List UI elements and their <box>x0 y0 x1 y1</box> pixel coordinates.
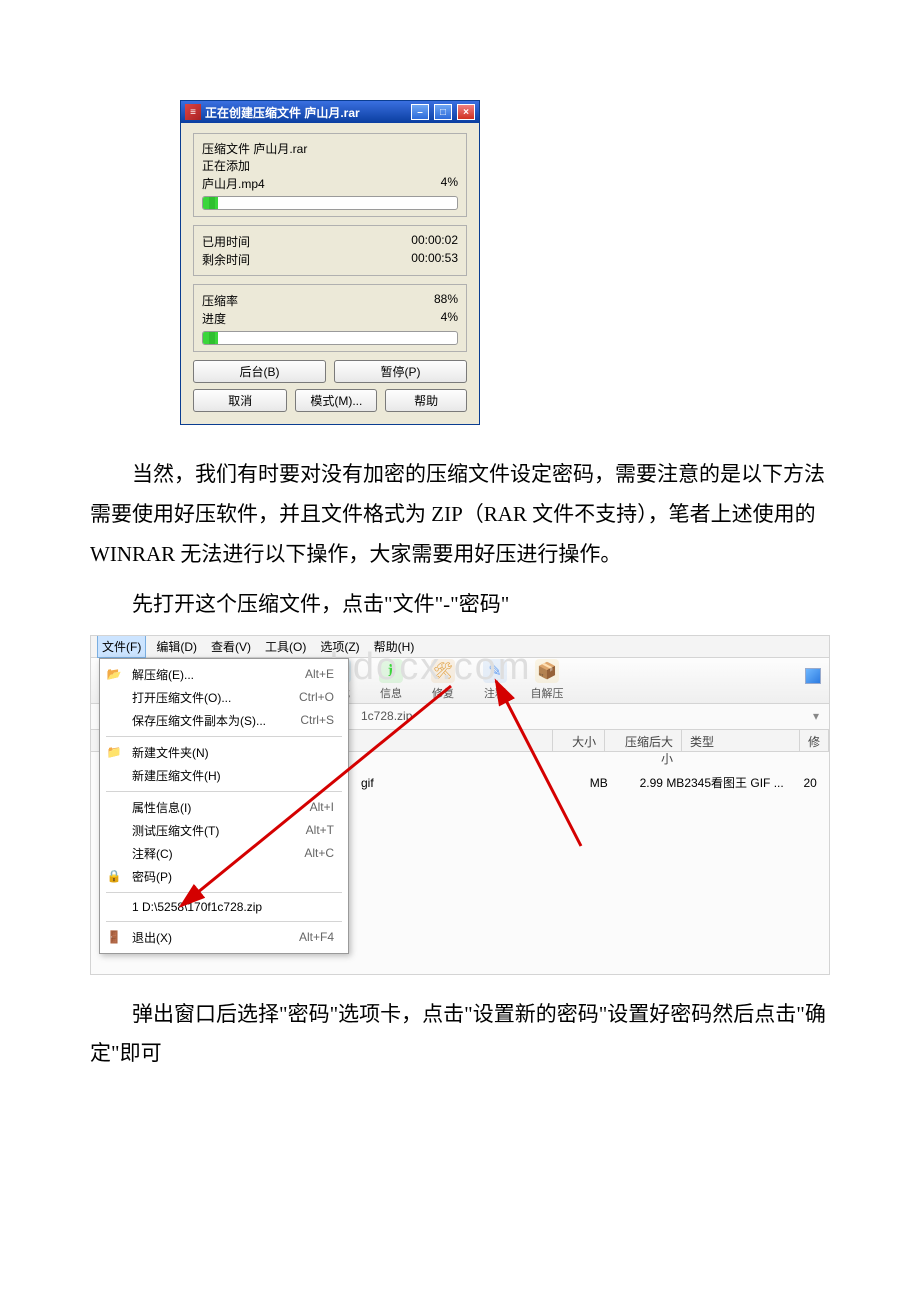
remaining-value: 00:00:53 <box>411 251 458 268</box>
paragraph-2: 先打开这个压缩文件，点击"文件"-"密码" <box>90 585 830 625</box>
crumb-chevron-icon[interactable]: ▾ <box>813 709 819 723</box>
ratio-value: 88% <box>434 292 458 309</box>
file-pct: 4% <box>441 175 458 192</box>
menu-item[interactable]: 🔒密码(P) <box>100 865 348 888</box>
cell-name: gif <box>361 776 557 790</box>
background-button[interactable]: 后台(B) <box>193 360 326 383</box>
cell-size: MB <box>557 776 608 790</box>
menu-separator <box>106 791 342 792</box>
menu-item[interactable]: 注释(C)Alt+C <box>100 842 348 865</box>
ratio-group: 压缩率 88% 进度 4% <box>193 284 467 352</box>
archive-name-label: 压缩文件 庐山月.rar <box>202 140 458 157</box>
col-type[interactable]: 类型 <box>682 730 800 751</box>
maximize-button[interactable]: □ <box>434 104 452 120</box>
file-group: 压缩文件 庐山月.rar 正在添加 庐山月.mp4 4% <box>193 133 467 217</box>
remaining-label: 剩余时间 <box>202 251 250 268</box>
minimize-button[interactable]: – <box>411 104 429 120</box>
cell-csize: 2.99 MB <box>608 776 685 790</box>
progress-label: 进度 <box>202 310 226 327</box>
mode-button[interactable]: 模式(M)... <box>295 389 377 412</box>
menu-item[interactable]: 📁新建文件夹(N) <box>100 741 348 764</box>
total-progressbar <box>202 331 458 345</box>
pause-button[interactable]: 暂停(P) <box>334 360 467 383</box>
cell-type: 2345看图王 GIF ... <box>684 774 803 791</box>
titlebar: ≡ 正在创建压缩文件 庐山月.rar – □ × <box>181 101 479 123</box>
ratio-label: 压缩率 <box>202 292 238 309</box>
col-csize[interactable]: 压缩后大小 <box>605 730 682 751</box>
elapsed-value: 00:00:02 <box>411 233 458 250</box>
menu-item[interactable]: 保存压缩文件副本为(S)...Ctrl+S <box>100 709 348 732</box>
haozip-screenshot: www.bdocx.com 文件(F)编辑(D)查看(V)工具(O)选项(Z)帮… <box>90 635 830 975</box>
menu-separator <box>106 736 342 737</box>
col-modified[interactable]: 修 <box>800 730 829 751</box>
menu-item[interactable]: 1 D:\5258\170f1c728.zip <box>100 897 348 917</box>
close-button[interactable]: × <box>457 104 475 120</box>
paragraph-1: 当然，我们有时要对没有加密的压缩文件设定密码，需要注意的是以下方法需要使用好压软… <box>90 455 830 575</box>
menu-文件[interactable]: 文件(F) <box>97 635 146 658</box>
file-progressbar <box>202 196 458 210</box>
menu-item[interactable]: 新建压缩文件(H) <box>100 764 348 787</box>
menu-separator <box>106 921 342 922</box>
menu-item[interactable]: 测试压缩文件(T)Alt+T <box>100 819 348 842</box>
menu-separator <box>106 892 342 893</box>
file-menu: 📂解压缩(E)...Alt+E打开压缩文件(O)...Ctrl+O保存压缩文件副… <box>99 658 349 954</box>
menu-item[interactable]: 🚪退出(X)Alt+F4 <box>100 926 348 949</box>
winrar-progress-dialog: ≡ 正在创建压缩文件 庐山月.rar – □ × 压缩文件 庐山月.rar 正在… <box>180 100 480 425</box>
menu-item[interactable]: 📂解压缩(E)...Alt+E <box>100 663 348 686</box>
elapsed-label: 已用时间 <box>202 233 250 250</box>
paragraph-3: 弹出窗口后选择"密码"选项卡，点击"设置新的密码"设置好密码然后点击"确定"即可 <box>90 995 830 1075</box>
progress-value: 4% <box>441 310 458 327</box>
cancel-button[interactable]: 取消 <box>193 389 287 412</box>
menu-item[interactable]: 属性信息(I)Alt+I <box>100 796 348 819</box>
time-group: 已用时间 00:00:02 剩余时间 00:00:53 <box>193 225 467 276</box>
help-button[interactable]: 帮助 <box>385 389 467 412</box>
view-toggle-icon[interactable] <box>805 668 821 684</box>
current-file: 庐山月.mp4 <box>202 175 265 192</box>
winrar-icon: ≡ <box>185 104 201 120</box>
menu-编辑[interactable]: 编辑(D) <box>152 636 201 657</box>
adding-label: 正在添加 <box>202 157 458 174</box>
title-text: 正在创建压缩文件 庐山月.rar <box>205 104 406 121</box>
cell-modified: 20 <box>803 776 829 790</box>
col-size[interactable]: 大小 <box>553 730 605 751</box>
menu-item[interactable]: 打开压缩文件(O)...Ctrl+O <box>100 686 348 709</box>
crumb-text: 1c728.zip <box>361 709 412 723</box>
